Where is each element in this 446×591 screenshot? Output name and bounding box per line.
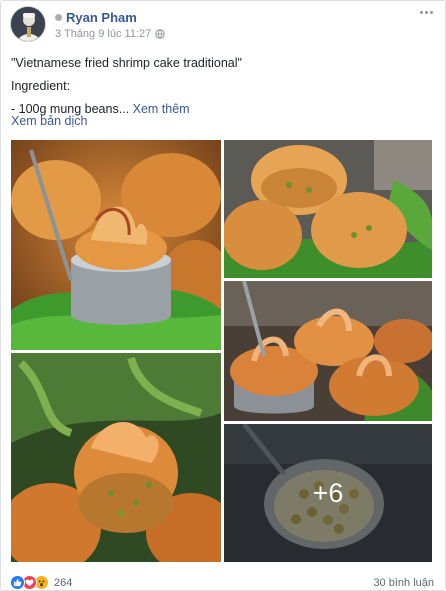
reactions-summary[interactable]: 264	[10, 575, 72, 590]
see-more-link[interactable]: Xem thêm	[133, 102, 190, 116]
status-dot-icon	[55, 14, 62, 21]
more-photos-count: +6	[312, 477, 344, 508]
post-body: "Vietnamese fried shrimp cake traditiona…	[11, 52, 431, 121]
see-translation-link[interactable]: Xem bản dịch	[11, 114, 87, 128]
post-photo-5-more[interactable]: +6	[224, 424, 432, 562]
like-icon	[10, 575, 25, 590]
post-photo-4[interactable]	[224, 281, 432, 421]
author-name-row: Ryan Pham	[55, 10, 137, 25]
author-avatar[interactable]	[10, 6, 46, 42]
more-photos-overlay[interactable]: +6	[224, 424, 432, 562]
globe-icon[interactable]	[155, 29, 165, 39]
post-body-line: "Vietnamese fried shrimp cake traditiona…	[11, 56, 242, 70]
post-body-line: Ingredient:	[11, 79, 71, 93]
post-photo-1[interactable]	[11, 140, 221, 350]
feed-post: Ryan Pham 3 Tháng 9 lúc 11:27 "Vietnames…	[0, 0, 446, 591]
post-timestamp[interactable]: 3 Tháng 9 lúc 11:27	[55, 28, 151, 40]
comment-count-link[interactable]: 30 bình luận	[373, 577, 434, 589]
author-name[interactable]: Ryan Pham	[66, 10, 137, 25]
post-photo-2[interactable]	[11, 353, 221, 562]
post-meta: 3 Tháng 9 lúc 11:27	[55, 28, 165, 40]
reaction-count[interactable]: 264	[54, 577, 72, 589]
post-photo-3[interactable]	[224, 140, 432, 278]
post-options-icon[interactable]	[420, 11, 433, 14]
